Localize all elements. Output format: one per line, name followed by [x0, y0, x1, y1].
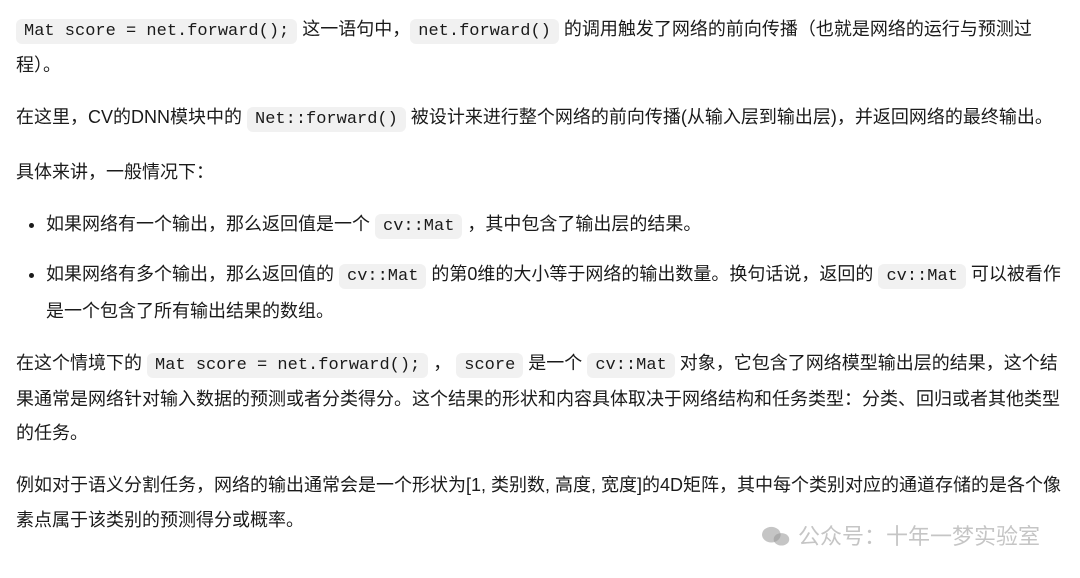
text: 的第0维的大小等于网络的输出数量。换句话说，返回的	[426, 264, 878, 284]
text: ，	[428, 353, 456, 373]
text: 在这里，CV的DNN模块中的	[16, 107, 247, 127]
list-item: 如果网络有多个输出，那么返回值的 cv::Mat 的第0维的大小等于网络的输出数…	[46, 257, 1064, 327]
text: 如果网络有一个输出，那么返回值是一个	[46, 214, 375, 234]
inline-code: score	[456, 353, 523, 378]
paragraph-5: 例如对于语义分割任务，网络的输出通常会是一个形状为[1, 类别数, 高度, 宽度…	[16, 468, 1064, 536]
inline-code: cv::Mat	[339, 264, 426, 289]
text: ，其中包含了输出层的结果。	[462, 214, 701, 234]
text: 具体来讲，一般情况下：	[16, 162, 214, 182]
inline-code: Mat score = net.forward();	[16, 19, 297, 44]
text: 被设计来进行整个网络的前向传播(从输入层到输出层)，并返回网络的最终输出。	[406, 107, 1053, 127]
inline-code: Mat score = net.forward();	[147, 353, 428, 378]
bullet-list: 如果网络有一个输出，那么返回值是一个 cv::Mat ，其中包含了输出层的结果。…	[16, 207, 1064, 328]
list-item: 如果网络有一个输出，那么返回值是一个 cv::Mat ，其中包含了输出层的结果。	[46, 207, 1064, 243]
paragraph-4: 在这个情境下的 Mat score = net.forward(); ， sco…	[16, 346, 1064, 451]
inline-code: cv::Mat	[587, 353, 674, 378]
text: 是一个	[523, 353, 587, 373]
text: 这一语句中，	[297, 19, 410, 39]
text: 在这个情境下的	[16, 353, 147, 373]
inline-code: cv::Mat	[878, 264, 965, 289]
inline-code: net.forward()	[410, 19, 559, 44]
text: 例如对于语义分割任务，网络的输出通常会是一个形状为[1, 类别数, 高度, 宽度…	[16, 475, 1061, 529]
inline-code: Net::forward()	[247, 107, 406, 132]
text: 如果网络有多个输出，那么返回值的	[46, 264, 339, 284]
inline-code: cv::Mat	[375, 214, 462, 239]
paragraph-2: 在这里，CV的DNN模块中的 Net::forward() 被设计来进行整个网络…	[16, 100, 1064, 136]
paragraph-1: Mat score = net.forward(); 这一语句中，net.for…	[16, 12, 1064, 82]
paragraph-3: 具体来讲，一般情况下：	[16, 155, 1064, 189]
